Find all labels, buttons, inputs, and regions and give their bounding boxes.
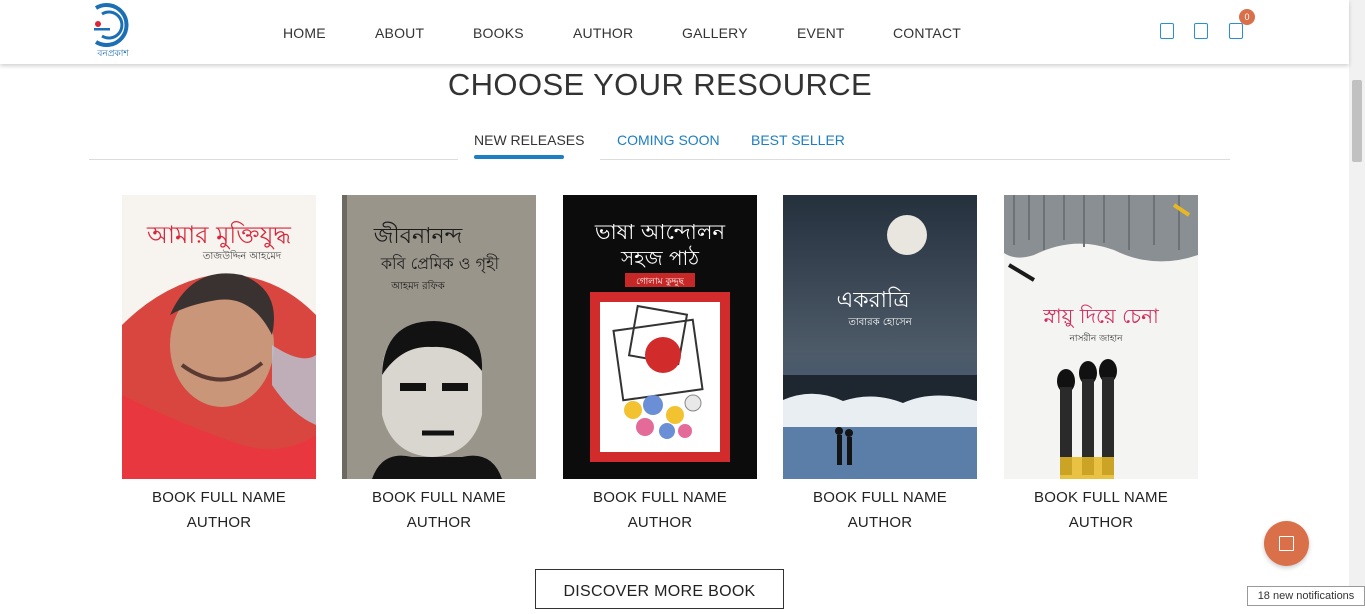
book-name[interactable]: BOOK FULL NAME bbox=[1004, 489, 1198, 506]
scrollbar-thumb[interactable] bbox=[1352, 80, 1362, 162]
svg-text:জীবনানন্দ: জীবনানন্দ bbox=[373, 222, 463, 249]
site-header: বনপ্রকাশ HOME ABOUT BOOKS AUTHOR GALLERY… bbox=[0, 0, 1349, 64]
book-cover[interactable]: একরাত্রি তাবারক হোসেন bbox=[783, 195, 977, 479]
book-author[interactable]: AUTHOR bbox=[783, 514, 977, 531]
chat-icon bbox=[1279, 536, 1294, 551]
nav-contact[interactable]: CONTACT bbox=[893, 25, 961, 41]
svg-text:তাবারক হোসেন: তাবারক হোসেন bbox=[847, 317, 912, 328]
svg-text:গোলাম কুদ্দুছ: গোলাম কুদ্দুছ bbox=[636, 277, 684, 287]
nav-about[interactable]: ABOUT bbox=[375, 25, 424, 41]
svg-text:সহজ পাঠ: সহজ পাঠ bbox=[620, 246, 699, 270]
book-cover[interactable]: আমার মুক্তিযুদ্ধ তাজউদ্দিন আহমেদ bbox=[122, 195, 316, 479]
book-card[interactable]: জীবনানন্দ কবি প্রেমিক ও গৃহী আহমদ রফিক B… bbox=[342, 195, 536, 531]
nav-books[interactable]: BOOKS bbox=[473, 25, 524, 41]
user-icon[interactable] bbox=[1194, 23, 1208, 39]
tab-best-seller[interactable]: BEST SELLER bbox=[751, 132, 845, 148]
book-name[interactable]: BOOK FULL NAME bbox=[783, 489, 977, 506]
book-author[interactable]: AUTHOR bbox=[122, 514, 316, 531]
notification-toast[interactable]: 18 new notifications bbox=[1247, 586, 1365, 606]
book-name[interactable]: BOOK FULL NAME bbox=[342, 489, 536, 506]
page-scrollbar[interactable] bbox=[1349, 0, 1365, 606]
nav-author[interactable]: AUTHOR bbox=[573, 25, 633, 41]
book-cover[interactable]: স্নায়ু দিয়ে চেনা নাসরীন জাহান bbox=[1004, 195, 1198, 479]
active-tab-indicator bbox=[474, 155, 564, 159]
logo-text: বনপ্রকাশ bbox=[97, 49, 129, 59]
tabs-divider-left bbox=[89, 159, 458, 160]
svg-text:নাসরীন জাহান: নাসরীন জাহান bbox=[1068, 332, 1123, 344]
tabs-divider-right bbox=[600, 159, 1230, 160]
book-author[interactable]: AUTHOR bbox=[563, 514, 757, 531]
nav-gallery[interactable]: GALLERY bbox=[682, 25, 748, 41]
cart-count-badge: 0 bbox=[1239, 9, 1255, 25]
cart-icon[interactable] bbox=[1229, 23, 1243, 39]
logo-mark bbox=[94, 3, 129, 47]
site-logo[interactable]: বনপ্রকাশ bbox=[88, 2, 138, 59]
book-card[interactable]: একরাত্রি তাবারক হোসেন BOOK FULL NAME AUT… bbox=[783, 195, 977, 531]
discover-more-button[interactable]: DISCOVER MORE BOOK bbox=[535, 569, 784, 609]
chat-button[interactable] bbox=[1264, 521, 1309, 566]
nav-event[interactable]: EVENT bbox=[797, 25, 845, 41]
svg-text:আহমদ রফিক: আহমদ রফিক bbox=[390, 280, 446, 292]
book-card[interactable]: স্নায়ু দিয়ে চেনা নাসরীন জাহান BOOK FUL… bbox=[1004, 195, 1198, 531]
svg-text:কবি প্রেমিক ও গৃহী: কবি প্রেমিক ও গৃহী bbox=[380, 254, 500, 274]
book-author[interactable]: AUTHOR bbox=[342, 514, 536, 531]
tab-coming-soon[interactable]: COMING SOON bbox=[617, 132, 720, 148]
book-card[interactable]: আমার মুক্তিযুদ্ধ তাজউদ্দিন আহমেদ BOOK FU… bbox=[122, 195, 316, 531]
book-cover[interactable]: জীবনানন্দ কবি প্রেমিক ও গৃহী আহমদ রফিক bbox=[342, 195, 536, 479]
book-author[interactable]: AUTHOR bbox=[1004, 514, 1198, 531]
book-cover[interactable]: ভাষা আন্দোলন সহজ পাঠ গোলাম কুদ্দুছ bbox=[563, 195, 757, 479]
svg-text:ভাষা আন্দোলন: ভাষা আন্দোলন bbox=[594, 220, 726, 244]
section-title: CHOOSE YOUR RESOURCE bbox=[447, 67, 873, 102]
search-icon[interactable] bbox=[1160, 23, 1174, 39]
book-card[interactable]: ভাষা আন্দোলন সহজ পাঠ গোলাম কুদ্দুছ BOOK … bbox=[563, 195, 757, 531]
svg-text:আমার মুক্তিযুদ্ধ: আমার মুক্তিযুদ্ধ bbox=[146, 221, 291, 249]
svg-text:স্নায়ু দিয়ে চেনা: স্নায়ু দিয়ে চেনা bbox=[1042, 304, 1160, 328]
tab-new-releases[interactable]: NEW RELEASES bbox=[474, 132, 584, 148]
svg-text:একরাত্রি: একরাত্রি bbox=[836, 287, 910, 313]
book-name[interactable]: BOOK FULL NAME bbox=[122, 489, 316, 506]
svg-text:তাজউদ্দিন আহমেদ: তাজউদ্দিন আহমেদ bbox=[202, 249, 282, 262]
book-name[interactable]: BOOK FULL NAME bbox=[563, 489, 757, 506]
nav-home[interactable]: HOME bbox=[283, 25, 326, 41]
